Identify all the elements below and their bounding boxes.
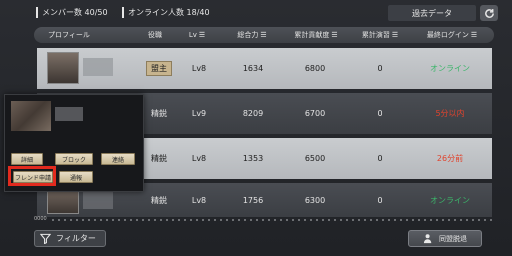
- scroll-track[interactable]: [52, 219, 494, 221]
- power-cell: 1353: [242, 154, 264, 163]
- col-role-label: 役職: [148, 31, 162, 39]
- lv-cell: Lv9: [191, 109, 207, 118]
- col-contribution[interactable]: 累計貢献度 ☰: [284, 27, 348, 43]
- filter-label: フィルター: [56, 234, 96, 243]
- past-data-button[interactable]: 過去データ: [388, 5, 476, 21]
- sort-icon: ☰: [331, 31, 338, 39]
- sort-icon: ☰: [391, 31, 399, 39]
- power-cell: 8209: [242, 109, 264, 118]
- contribution-cell: 6300: [304, 195, 326, 205]
- block-button[interactable]: ブロック: [55, 153, 93, 165]
- role-badge: 盟主: [146, 61, 172, 76]
- contact-button[interactable]: 連絡: [101, 153, 135, 165]
- detail-button[interactable]: 詳細: [11, 153, 43, 165]
- member-avatar-blurred: [11, 101, 51, 131]
- divider: [36, 7, 38, 18]
- contribution-cell: 6700: [304, 109, 326, 118]
- table-header: プロフィール 役職 Lv ☰ 総合力 ☰ 累計貢献度 ☰ 累計演習 ☰ 最終ログイン ☰: [34, 27, 494, 43]
- donation-cell: 0: [377, 109, 383, 118]
- col-power[interactable]: 総合力 ☰: [222, 27, 282, 43]
- col-lv[interactable]: Lv ☰: [174, 27, 220, 43]
- donation-cell: 0: [377, 64, 383, 73]
- col-power-label: 総合力: [237, 31, 259, 39]
- filter-icon: [40, 233, 51, 244]
- leave-alliance-label: 同盟脱退: [439, 234, 467, 243]
- col-last-login[interactable]: 最終ログイン ☰: [414, 27, 490, 43]
- sort-icon: ☰: [198, 31, 206, 39]
- power-cell: 1756: [242, 195, 264, 205]
- sort-icon: ☰: [470, 31, 478, 39]
- col-last-login-label: 最終ログイン: [426, 31, 469, 39]
- contribution-cell: 6800: [304, 64, 326, 73]
- friend-request-highlight: [8, 166, 56, 186]
- member-count: メンバー数 40/50: [36, 7, 108, 18]
- power-cell: 1634: [242, 64, 264, 73]
- online-count: オンライン人数 18/40: [122, 7, 210, 18]
- col-profile-label: プロフィール: [48, 31, 90, 39]
- leave-alliance-button[interactable]: 同盟脱退: [408, 230, 482, 247]
- lv-cell: Lv8: [191, 154, 207, 163]
- refresh-button[interactable]: [480, 5, 498, 21]
- donation-cell: 0: [377, 195, 383, 205]
- filter-button[interactable]: フィルター: [34, 230, 106, 247]
- col-lv-label: Lv: [188, 31, 197, 39]
- donation-cell: 0: [377, 154, 383, 163]
- divider: [122, 7, 124, 18]
- horizontal-scrollbar[interactable]: 0000: [34, 216, 494, 222]
- lv-cell: Lv8: [191, 64, 207, 73]
- last-login-cell: 26分前: [436, 154, 464, 163]
- member-name-blurred: [83, 58, 113, 76]
- sort-icon: ☰: [260, 31, 267, 39]
- member-name-blurred: [55, 107, 83, 121]
- avatar[interactable]: [47, 52, 79, 84]
- top-bar: メンバー数 40/50 オンライン人数 18/40 過去データ: [30, 5, 498, 21]
- member-name-blurred: [83, 191, 113, 209]
- last-login-cell: 5分以内: [435, 109, 465, 118]
- refresh-icon: [484, 8, 494, 18]
- report-button[interactable]: 通報: [59, 171, 93, 183]
- col-contribution-label: 累計貢献度: [294, 31, 330, 39]
- col-role[interactable]: 役職: [130, 27, 180, 43]
- member-count-text: メンバー数 40/50: [42, 8, 108, 17]
- lv-cell: Lv8: [191, 195, 207, 205]
- online-count-text: オンライン人数 18/40: [128, 8, 210, 17]
- user-leave-icon: [423, 234, 432, 244]
- scroll-label: 0000: [34, 216, 47, 222]
- col-donation-label: 累計演習: [361, 31, 390, 39]
- table-row[interactable]: 盟主 Lv8 1634 6800 0 オンライン: [37, 48, 492, 89]
- col-donation[interactable]: 累計演習 ☰: [350, 27, 410, 43]
- last-login-cell: オンライン: [430, 195, 470, 205]
- last-login-cell: オンライン: [430, 64, 470, 73]
- contribution-cell: 6500: [304, 154, 326, 163]
- col-profile: プロフィール: [48, 27, 118, 43]
